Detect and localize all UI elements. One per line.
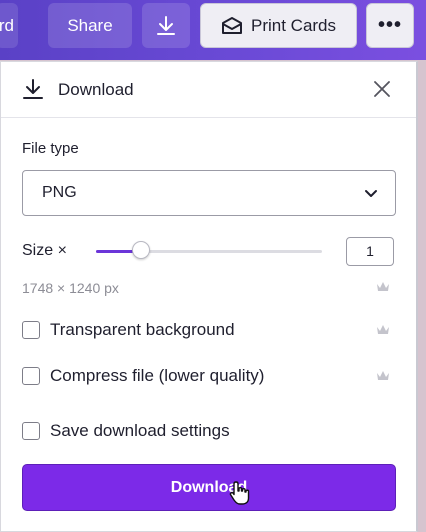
- toolbar-download-button[interactable]: [142, 3, 190, 48]
- print-cards-button[interactable]: Print Cards: [200, 3, 357, 48]
- share-button[interactable]: Share: [48, 3, 132, 48]
- top-toolbar: rd Share Print Cards •••: [0, 0, 426, 60]
- option-row-transparent[interactable]: Transparent background: [22, 319, 235, 341]
- chevron-down-icon: [365, 190, 377, 197]
- partial-toolbar-button[interactable]: rd: [0, 3, 18, 48]
- compress-label: Compress file (lower quality): [50, 366, 265, 385]
- download-icon: [23, 79, 43, 99]
- file-type-select[interactable]: PNG: [22, 170, 396, 216]
- save-settings-label: Save download settings: [50, 421, 230, 440]
- compress-checkbox[interactable]: [22, 367, 40, 385]
- size-input[interactable]: 1: [346, 237, 394, 266]
- option-row-compress[interactable]: Compress file (lower quality): [22, 365, 264, 387]
- print-cards-label: Print Cards: [250, 15, 337, 35]
- partial-toolbar-label: rd: [0, 15, 14, 35]
- option-row-save-settings[interactable]: Save download settings: [22, 420, 230, 442]
- crown-icon: [377, 325, 389, 334]
- hand-cursor-icon: [229, 481, 250, 505]
- download-icon: [157, 15, 175, 35]
- crown-icon: [377, 371, 389, 380]
- close-icon[interactable]: [372, 79, 392, 99]
- dimensions-text: 1748 × 1240 px: [22, 280, 119, 296]
- size-slider-thumb[interactable]: [132, 241, 151, 259]
- more-icon: •••: [377, 14, 402, 36]
- panel-header: Download: [1, 62, 416, 118]
- more-options-button[interactable]: •••: [366, 3, 414, 48]
- transparent-label: Transparent background: [50, 320, 235, 339]
- transparent-checkbox[interactable]: [22, 321, 40, 339]
- panel-title: Download: [58, 80, 134, 99]
- card-print-icon: [221, 16, 242, 34]
- size-label: Size ×: [22, 242, 67, 259]
- size-slider[interactable]: [96, 250, 322, 253]
- download-button[interactable]: Download: [22, 464, 396, 511]
- file-type-label: File type: [22, 140, 79, 157]
- crown-icon: [377, 282, 389, 291]
- file-type-value: PNG: [42, 184, 77, 201]
- save-settings-checkbox[interactable]: [22, 422, 40, 440]
- share-label: Share: [67, 15, 113, 35]
- download-panel: Download File type PNG Size × 1 1748 × 1…: [0, 61, 418, 532]
